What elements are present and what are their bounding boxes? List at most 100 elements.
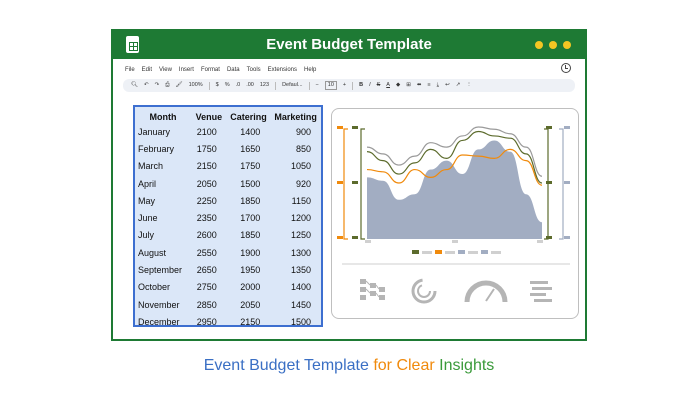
percent-button[interactable]: %: [225, 79, 230, 92]
cell[interactable]: 2950: [191, 313, 227, 330]
cell[interactable]: 2000: [227, 279, 271, 296]
window-dot-1[interactable]: [535, 41, 543, 49]
menu-view[interactable]: View: [159, 64, 172, 76]
zoom-select[interactable]: 100%: [189, 79, 203, 92]
cell[interactable]: November: [135, 296, 191, 313]
vertical-align-icon[interactable]: ⤓: [437, 79, 439, 92]
merge-cells-icon[interactable]: ⬌: [417, 79, 422, 92]
cell[interactable]: 1650: [227, 140, 271, 157]
menu-file[interactable]: File: [125, 64, 135, 76]
header-month[interactable]: Month: [135, 107, 191, 123]
cell[interactable]: 1400: [270, 279, 321, 296]
cell[interactable]: 1450: [270, 296, 321, 313]
cell[interactable]: 2150: [191, 158, 227, 175]
legend-swatch: [435, 250, 442, 254]
cell[interactable]: 1900: [227, 244, 271, 261]
cell[interactable]: 2650: [191, 261, 227, 278]
cell[interactable]: July: [135, 227, 191, 244]
more-options-icon[interactable]: ⋮: [466, 79, 472, 92]
strikethrough-button[interactable]: S: [377, 79, 381, 92]
cell[interactable]: October: [135, 279, 191, 296]
redo-icon[interactable]: ↷: [155, 79, 160, 92]
cell[interactable]: 1950: [227, 261, 271, 278]
text-color-button[interactable]: A: [386, 79, 390, 92]
legend-label-placeholder: [445, 251, 455, 254]
cell[interactable]: December: [135, 313, 191, 330]
number-format-button[interactable]: 123: [260, 79, 269, 92]
cell[interactable]: March: [135, 158, 191, 175]
cell[interactable]: June: [135, 209, 191, 226]
cell[interactable]: January: [135, 123, 191, 140]
cell[interactable]: 2600: [191, 227, 227, 244]
paint-format-icon[interactable]: 🖌︎: [176, 79, 183, 92]
cell[interactable]: April: [135, 175, 191, 192]
cell[interactable]: 2100: [191, 123, 227, 140]
align-icon[interactable]: ≡: [427, 79, 430, 92]
header-catering[interactable]: Catering: [227, 107, 271, 123]
cell[interactable]: 1400: [227, 123, 271, 140]
window-dot-3[interactable]: [563, 41, 571, 49]
cell[interactable]: February: [135, 140, 191, 157]
font-size-decrease[interactable]: −: [316, 79, 319, 92]
header-venue[interactable]: Venue: [191, 107, 227, 123]
cell[interactable]: 900: [270, 123, 321, 140]
menu-data[interactable]: Data: [227, 64, 240, 76]
cell[interactable]: 1150: [270, 192, 321, 209]
undo-icon[interactable]: ↶: [144, 79, 149, 92]
cell[interactable]: 1050: [270, 158, 321, 175]
version-history-icon[interactable]: [561, 63, 571, 73]
cell[interactable]: 2050: [191, 175, 227, 192]
menu-extensions[interactable]: Extensions: [268, 64, 297, 76]
left-axis-markers: [337, 126, 365, 240]
cell[interactable]: 1750: [191, 140, 227, 157]
cell[interactable]: 2350: [191, 209, 227, 226]
menu-insert[interactable]: Insert: [179, 64, 194, 76]
text-rotate-icon[interactable]: ↗: [456, 79, 461, 92]
decrease-decimal-button[interactable]: .0: [236, 79, 241, 92]
budget-table: Month Venue Catering Marketing January 21…: [133, 105, 323, 327]
cell[interactable]: 1750: [227, 158, 271, 175]
cell[interactable]: 1700: [227, 209, 271, 226]
font-select[interactable]: Defaul...: [282, 79, 302, 92]
cell[interactable]: 2050: [227, 296, 271, 313]
cell[interactable]: 1250: [270, 227, 321, 244]
cell[interactable]: September: [135, 261, 191, 278]
search-icon[interactable]: 🔍︎: [131, 79, 138, 92]
font-size-input[interactable]: 10: [324, 81, 337, 90]
increase-decimal-button[interactable]: .00: [246, 79, 254, 92]
cell[interactable]: 1350: [270, 261, 321, 278]
text-wrap-icon[interactable]: ↩: [445, 79, 450, 92]
cell[interactable]: 2850: [191, 296, 227, 313]
cell[interactable]: 2150: [227, 313, 271, 330]
menu-help[interactable]: Help: [304, 64, 316, 76]
cell[interactable]: 1200: [270, 209, 321, 226]
currency-button[interactable]: $: [216, 79, 219, 92]
cell[interactable]: 1500: [227, 175, 271, 192]
cell[interactable]: 2750: [191, 279, 227, 296]
bars-icon[interactable]: [530, 281, 552, 302]
cell[interactable]: 850: [270, 140, 321, 157]
menu-tools[interactable]: Tools: [247, 64, 261, 76]
menu-edit[interactable]: Edit: [142, 64, 152, 76]
window-dot-2[interactable]: [549, 41, 557, 49]
cell[interactable]: 1850: [227, 227, 271, 244]
cell[interactable]: 2250: [191, 192, 227, 209]
print-icon[interactable]: ⎙: [165, 79, 169, 92]
cell[interactable]: 920: [270, 175, 321, 192]
borders-icon[interactable]: ⊞: [406, 79, 411, 92]
font-size-increase[interactable]: +: [343, 79, 346, 92]
cell[interactable]: May: [135, 192, 191, 209]
cell[interactable]: August: [135, 244, 191, 261]
fill-color-icon[interactable]: ◆: [396, 79, 400, 92]
italic-button[interactable]: I: [369, 79, 371, 92]
flow-icon[interactable]: [360, 279, 385, 300]
gauge-icon[interactable]: [464, 280, 508, 303]
cell[interactable]: 1500: [270, 313, 321, 330]
menu-format[interactable]: Format: [201, 64, 220, 76]
cell[interactable]: 1300: [270, 244, 321, 261]
header-marketing[interactable]: Marketing: [270, 107, 321, 123]
cell[interactable]: 1850: [227, 192, 271, 209]
bold-button[interactable]: B: [359, 79, 363, 92]
donut-icon[interactable]: [411, 278, 437, 304]
cell[interactable]: 2550: [191, 244, 227, 261]
